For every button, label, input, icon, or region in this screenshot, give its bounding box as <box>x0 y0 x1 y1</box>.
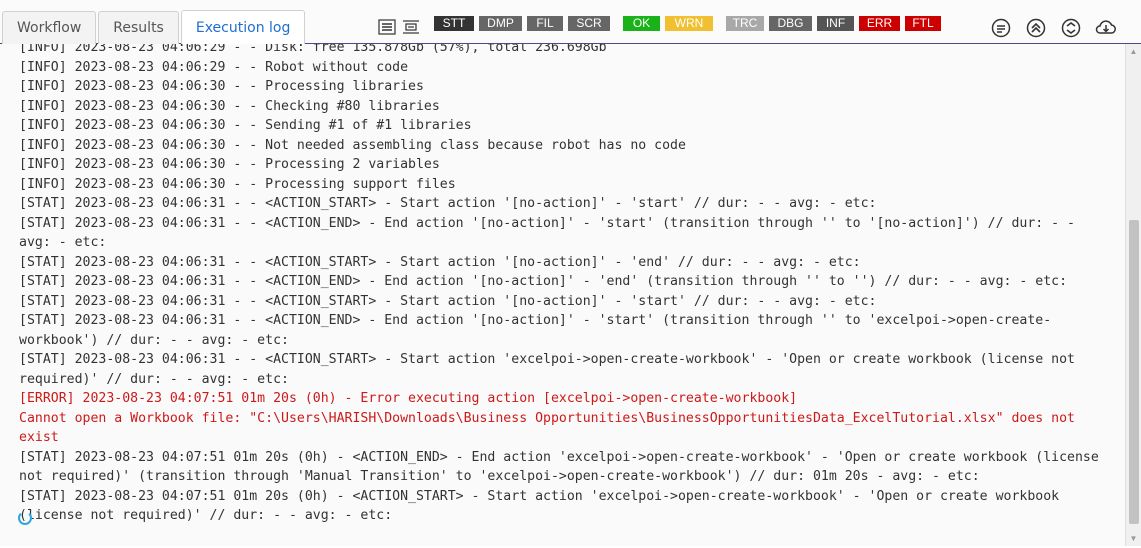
view-mode-toggles <box>378 19 420 35</box>
filter-inf-button[interactable]: INF <box>817 16 854 31</box>
execution-log-panel: [INFO] 2023-08-23 04:06:29 - - Disk: fre… <box>0 44 1125 546</box>
collapse-icon[interactable] <box>1024 17 1048 39</box>
filter-stt-button[interactable]: STT <box>434 16 474 31</box>
log-line: [ERROR] 2023-08-23 04:07:51 01m 20s (0h)… <box>19 391 798 406</box>
log-line: [STAT] 2023-08-23 04:07:51 01m 20s (0h) … <box>19 488 1068 524</box>
tab-execution-log[interactable]: Execution log <box>180 10 306 44</box>
log-actions <box>989 17 1118 39</box>
expand-collapse-icon[interactable] <box>1059 17 1083 39</box>
scroll-down-icon[interactable]: ▼ <box>1129 534 1138 543</box>
filter-trc-button[interactable]: TRC <box>726 16 764 31</box>
log-line: [STAT] 2023-08-23 04:06:31 - - <ACTION_S… <box>19 293 877 309</box>
log-line: [STAT] 2023-08-23 04:06:31 - - <ACTION_S… <box>19 196 877 211</box>
filter-wrn-button[interactable]: WRN <box>665 16 713 31</box>
log-line: [STAT] 2023-08-23 04:06:31 - - <ACTION_S… <box>19 254 861 270</box>
log-lines: [INFO] 2023-08-23 04:06:29 - - Disk: fre… <box>19 44 1109 526</box>
log-line: [STAT] 2023-08-23 04:06:31 - - <ACTION_E… <box>19 274 1068 289</box>
log-line: [INFO] 2023-08-23 04:06:30 - - Processin… <box>19 79 424 94</box>
clear-log-icon[interactable] <box>989 17 1013 39</box>
log-line: [INFO] 2023-08-23 04:06:30 - - Checking … <box>19 98 440 114</box>
filter-fil-button[interactable]: FIL <box>527 16 563 31</box>
vertical-scrollbar[interactable]: ▲ ▼ <box>1125 44 1141 546</box>
scroll-up-icon[interactable]: ▲ <box>1129 47 1138 56</box>
log-line: [INFO] 2023-08-23 04:06:30 - - Processin… <box>19 176 456 192</box>
log-line: [STAT] 2023-08-23 04:07:51 01m 20s (0h) … <box>19 449 1107 485</box>
filter-ok-button[interactable]: OK <box>623 16 660 31</box>
filter-err-button[interactable]: ERR <box>859 16 900 31</box>
tab-workflow[interactable]: Workflow <box>2 11 97 44</box>
filter-dbg-button[interactable]: DBG <box>769 16 812 31</box>
tab-results[interactable]: Results <box>98 11 179 44</box>
log-line: [INFO] 2023-08-23 04:06:29 - - Robot wit… <box>19 59 409 75</box>
download-icon[interactable] <box>1094 17 1118 39</box>
log-level-filters: STT DMP FIL SCR OK WRN TRC DBG INF ERR FTL <box>434 16 946 31</box>
log-line: [STAT] 2023-08-23 04:06:31 - - <ACTION_E… <box>19 215 1083 251</box>
log-line: [INFO] 2023-08-23 04:06:30 - - Processin… <box>19 157 440 172</box>
log-line: [STAT] 2023-08-23 04:06:31 - - <ACTION_E… <box>19 313 1052 348</box>
tab-bar: Workflow Results Execution log <box>2 10 307 44</box>
loading-spinner-icon <box>18 511 32 525</box>
filter-dmp-button[interactable]: DMP <box>479 16 522 31</box>
expanded-view-icon[interactable] <box>402 19 420 35</box>
filter-scr-button[interactable]: SCR <box>568 16 610 31</box>
log-line: [INFO] 2023-08-23 04:06:30 - - Sending #… <box>19 118 472 133</box>
scrollbar-thumb[interactable] <box>1129 220 1139 524</box>
filter-ftl-button[interactable]: FTL <box>905 16 941 31</box>
log-line: [STAT] 2023-08-23 04:06:31 - - <ACTION_S… <box>19 352 1083 387</box>
compact-view-icon[interactable] <box>378 19 396 35</box>
log-line: [INFO] 2023-08-23 04:06:29 - - Disk: fre… <box>19 44 607 55</box>
log-line: Cannot open a Workbook file: "C:\Users\H… <box>19 410 1083 446</box>
log-line: [INFO] 2023-08-23 04:06:30 - - Not neede… <box>19 137 686 153</box>
toolbar: Workflow Results Execution log STT DMP FIL SC… <box>0 0 1141 44</box>
